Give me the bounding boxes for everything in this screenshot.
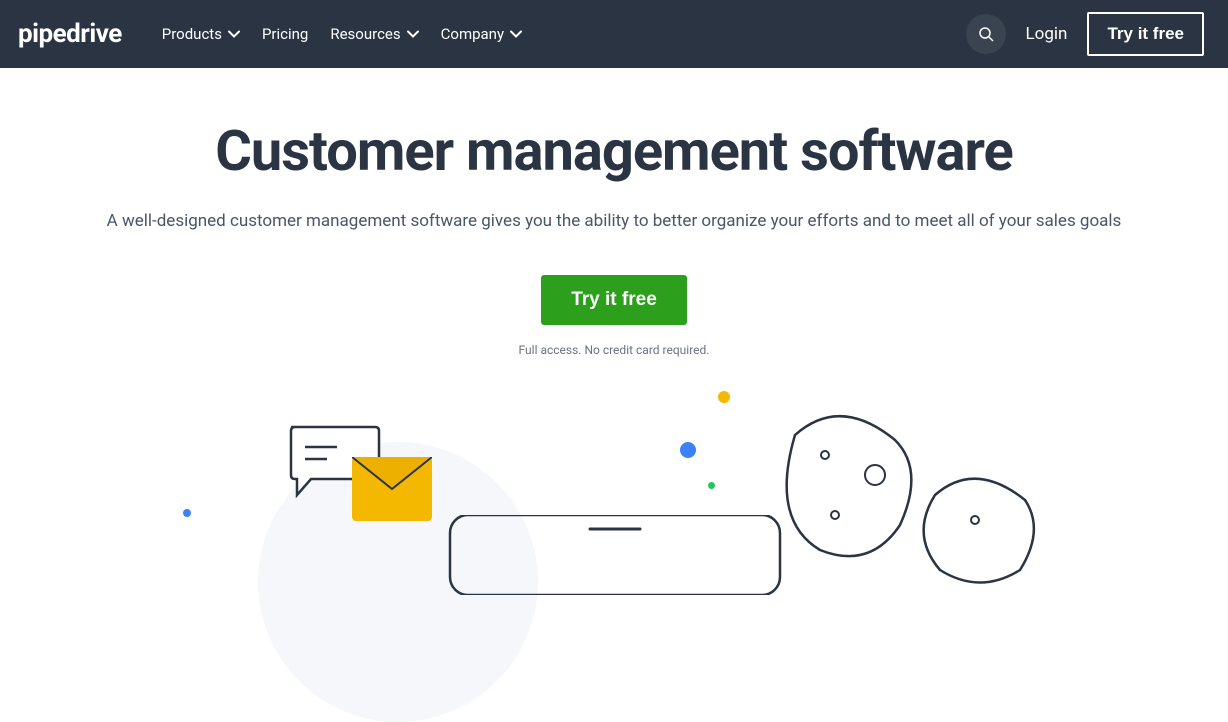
search-button[interactable] bbox=[966, 14, 1006, 54]
try-free-cta-button[interactable]: Try it free bbox=[541, 275, 687, 325]
chevron-down-icon bbox=[228, 30, 240, 38]
nav-resources-label: Resources bbox=[330, 25, 400, 43]
leaf-decoration-icon bbox=[780, 405, 1040, 585]
nav-products-label: Products bbox=[162, 25, 222, 43]
try-free-header-button[interactable]: Try it free bbox=[1087, 12, 1204, 56]
main-navbar: pipedrive Products Pricing Resources Com… bbox=[0, 0, 1228, 68]
cta-subtext: Full access. No credit card required. bbox=[0, 343, 1228, 357]
decorative-dot bbox=[183, 509, 191, 517]
nav-resources[interactable]: Resources bbox=[330, 25, 418, 43]
logo[interactable]: pipedrive bbox=[18, 19, 122, 49]
hero-section: Customer management software A well-desi… bbox=[0, 68, 1228, 607]
chevron-down-icon bbox=[510, 30, 522, 38]
nav-right: Login Try it free bbox=[966, 12, 1204, 56]
decorative-dot bbox=[718, 391, 730, 403]
hero-subtitle: A well-designed customer management soft… bbox=[104, 208, 1124, 235]
decorative-dot bbox=[680, 442, 696, 458]
nav-products[interactable]: Products bbox=[162, 25, 240, 43]
nav-pricing[interactable]: Pricing bbox=[262, 25, 308, 43]
nav-pricing-label: Pricing bbox=[262, 25, 308, 43]
nav-menu: Products Pricing Resources Company bbox=[162, 25, 966, 43]
search-icon bbox=[978, 26, 994, 42]
laptop-icon bbox=[440, 515, 790, 595]
envelope-icon bbox=[352, 457, 432, 521]
decorative-dot bbox=[708, 482, 715, 489]
nav-company[interactable]: Company bbox=[441, 25, 522, 43]
chevron-down-icon bbox=[407, 30, 419, 38]
login-link[interactable]: Login bbox=[1026, 24, 1068, 44]
hero-illustration bbox=[0, 407, 1228, 607]
hero-title: Customer management software bbox=[0, 118, 1228, 184]
nav-company-label: Company bbox=[441, 25, 504, 43]
